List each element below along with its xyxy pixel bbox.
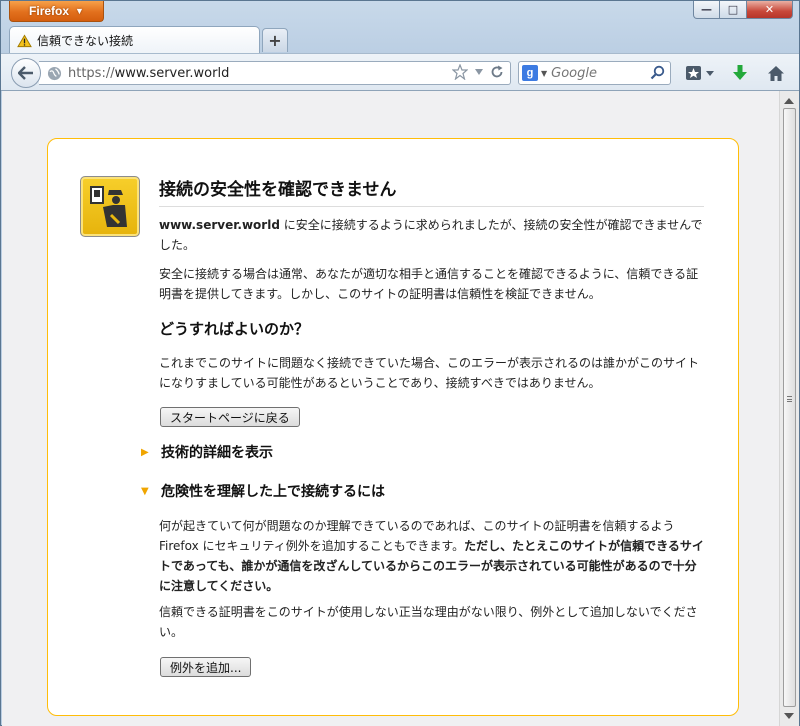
intro-host: www.server.world — [159, 218, 280, 232]
new-tab-button[interactable]: + — [262, 28, 288, 52]
intro-paragraph: www.server.world に安全に接続するように求められましたが、接続の… — [159, 215, 704, 255]
certificate-officer-icon — [80, 176, 140, 237]
vertical-scrollbar[interactable] — [779, 91, 799, 726]
history-dropdown-icon[interactable] — [474, 67, 484, 77]
back-button[interactable] — [11, 58, 41, 88]
url-host: www.server.world — [114, 65, 230, 81]
scrollbar-thumb[interactable] — [783, 108, 796, 707]
scroll-down-icon[interactable] — [784, 713, 794, 719]
page-content: 接続の安全性を確認できません www.server.world に安全に接続する… — [2, 91, 779, 726]
reload-icon[interactable] — [490, 65, 504, 79]
bookmarks-icon — [686, 66, 714, 80]
page-title: 接続の安全性を確認できません — [159, 175, 704, 207]
back-arrow-icon — [18, 66, 33, 80]
exception-advice: 信頼できる証明書をこのサイトが使用しない正当な理由がない限り、例外として追加しな… — [159, 605, 698, 639]
firefox-menu-button[interactable]: Firefox ▼ — [9, 1, 104, 22]
grip-icon — [787, 396, 792, 402]
window-controls: — □ ✕ — [693, 1, 793, 19]
tab-untrusted-connection[interactable]: 信頼できない接続 — [9, 26, 260, 54]
technical-details-expander[interactable]: ▶ 技術的詳細を表示 — [141, 442, 273, 462]
maximize-button[interactable]: □ — [720, 1, 747, 19]
technical-details-label: 技術的詳細を表示 — [161, 445, 273, 461]
globe-icon — [47, 66, 62, 80]
understand-risks-label: 危険性を理解した上で接続するには — [161, 484, 385, 500]
home-icon — [768, 65, 784, 81]
scroll-up-icon[interactable] — [784, 98, 794, 104]
download-arrow-icon — [733, 65, 747, 80]
understand-risks-expander[interactable]: ▼ 危険性を理解した上で接続するには — [141, 481, 385, 501]
close-button[interactable]: ✕ — [747, 1, 793, 19]
expand-arrow-icon: ▶ — [141, 446, 149, 458]
search-bar[interactable]: g ▼ — [518, 61, 671, 85]
collapse-arrow-icon: ▼ — [141, 485, 149, 497]
get-me-out-button[interactable]: スタートページに戻る — [160, 407, 300, 427]
downloads-button[interactable] — [728, 61, 752, 85]
what-to-do-heading: どうすればよいのか？ — [159, 320, 310, 338]
home-button[interactable] — [763, 61, 789, 85]
search-icon[interactable] — [650, 65, 665, 80]
browser-window: Firefox ▼ — □ ✕ 信頼できない接続 + https://www.s… — [0, 0, 800, 726]
url-bar[interactable]: https://www.server.world — [39, 61, 511, 85]
bookmarks-button[interactable] — [682, 61, 718, 85]
officer-icon — [90, 186, 127, 227]
risks-paragraph: 何が起きていて何が問題なのか理解できているのであれば、このサイトの証明書を信頼す… — [159, 516, 704, 596]
url-bar-actions — [452, 64, 504, 80]
chevron-down-icon: ▼ — [75, 6, 84, 16]
certificate-explanation: 安全に接続する場合は通常、あなたが適切な相手と通信することを確認できるように、信… — [159, 267, 699, 301]
url-text: https://www.server.world — [68, 66, 229, 81]
add-exception-button[interactable]: 例外を追加... — [160, 657, 252, 677]
minimize-button[interactable]: — — [693, 1, 720, 19]
tab-strip: 信頼できない接続 + — [1, 23, 799, 54]
url-protocol: https:// — [68, 65, 115, 81]
navigation-toolbar: https://www.server.world g ▼ — [1, 53, 799, 91]
google-icon[interactable]: g — [522, 65, 538, 81]
warning-icon — [17, 33, 32, 47]
tab-title: 信頼できない接続 — [37, 34, 134, 48]
search-input[interactable] — [551, 65, 652, 81]
error-panel: 接続の安全性を確認できません www.server.world に安全に接続する… — [47, 138, 739, 716]
title-bar: Firefox ▼ — □ ✕ — [1, 1, 799, 23]
firefox-menu-label: Firefox — [29, 4, 70, 18]
search-engine-dropdown-icon[interactable]: ▼ — [541, 69, 547, 78]
star-icon[interactable] — [452, 64, 468, 80]
what-to-do-text: これまでこのサイトに問題なく接続できていた場合、このエラーが表示されるのは誰かが… — [159, 356, 700, 390]
